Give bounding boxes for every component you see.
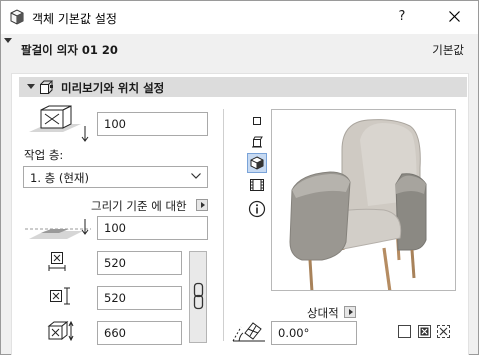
object-name: 팔걸이 의자 01 20 [21, 43, 118, 57]
app-icon [10, 9, 24, 25]
mirror-x-checkbox[interactable] [418, 325, 431, 338]
window-title: 객체 기본값 설정 [32, 12, 117, 26]
film-strip-icon [250, 179, 264, 191]
reference-level-icon [25, 219, 91, 239]
collapse-arrow-icon[interactable] [4, 38, 12, 43]
depth-y-icon [50, 287, 70, 305]
width-x-icon [48, 252, 66, 271]
work-story-label: 작업 층: [24, 148, 64, 162]
relative-label: 상대적 [307, 306, 339, 320]
close-icon [449, 11, 460, 22]
default-label: 기본값 [432, 43, 464, 57]
depth-y-field[interactable]: 520 [97, 286, 182, 310]
mirror-y-icon [439, 327, 448, 336]
rotation-angle-icon [232, 322, 265, 342]
view-plan-button[interactable] [247, 111, 267, 131]
work-story-dropdown[interactable]: 1. 층 (현재) [23, 166, 208, 188]
3d-view-icon [250, 156, 264, 170]
header-row: 팔걸이 의자 01 20 기본값 [1, 34, 478, 64]
section-header[interactable]: 미리보기와 위치 설정 [19, 77, 467, 97]
close-button[interactable] [441, 5, 469, 29]
section-expand-arrow-icon[interactable] [27, 84, 35, 89]
height-z-field[interactable]: 660 [97, 321, 182, 345]
preview-area[interactable] [271, 109, 456, 293]
proportion-link-button[interactable] [189, 251, 207, 343]
reference-label: 그리기 기준 에 대한 [91, 199, 187, 213]
view-elevation-button[interactable] [247, 132, 267, 152]
reference-menu-button[interactable] [196, 199, 208, 211]
mirror-none-checkbox[interactable] [398, 325, 411, 338]
rotation-angle-field[interactable]: 0.00° [271, 321, 357, 345]
help-button[interactable]: ? [394, 9, 410, 27]
vertical-divider [223, 109, 224, 341]
info-button[interactable] [247, 199, 267, 219]
object-height-icon [29, 105, 89, 142]
reference-offset-field[interactable]: 100 [97, 216, 208, 240]
work-story-value: 1. 층 (현재) [30, 171, 89, 185]
chain-link-icon [193, 282, 204, 310]
preview-section-icon [40, 80, 54, 94]
relative-menu-button[interactable] [344, 306, 356, 318]
mirror-y-checkbox[interactable] [437, 325, 450, 338]
mirror-x-icon [420, 327, 429, 336]
elevation-view-icon [252, 136, 263, 148]
object-default-settings-dialog: 객체 기본값 설정 ? 팔걸이 의자 01 20 기본값 미리보기와 위치 설정 [0, 0, 479, 355]
chevron-down-icon [191, 173, 201, 179]
width-x-field[interactable]: 520 [97, 251, 182, 275]
view-section-button[interactable] [247, 175, 267, 195]
title-bar: 객체 기본값 설정 ? [1, 1, 478, 34]
armchair-preview-image [289, 119, 427, 293]
info-icon [248, 200, 266, 218]
height-z-icon [47, 320, 74, 342]
object-height-field[interactable]: 100 [97, 112, 208, 136]
section-title: 미리보기와 위치 설정 [61, 81, 165, 95]
plan-view-icon [253, 117, 261, 125]
view-3d-button[interactable] [247, 153, 267, 173]
